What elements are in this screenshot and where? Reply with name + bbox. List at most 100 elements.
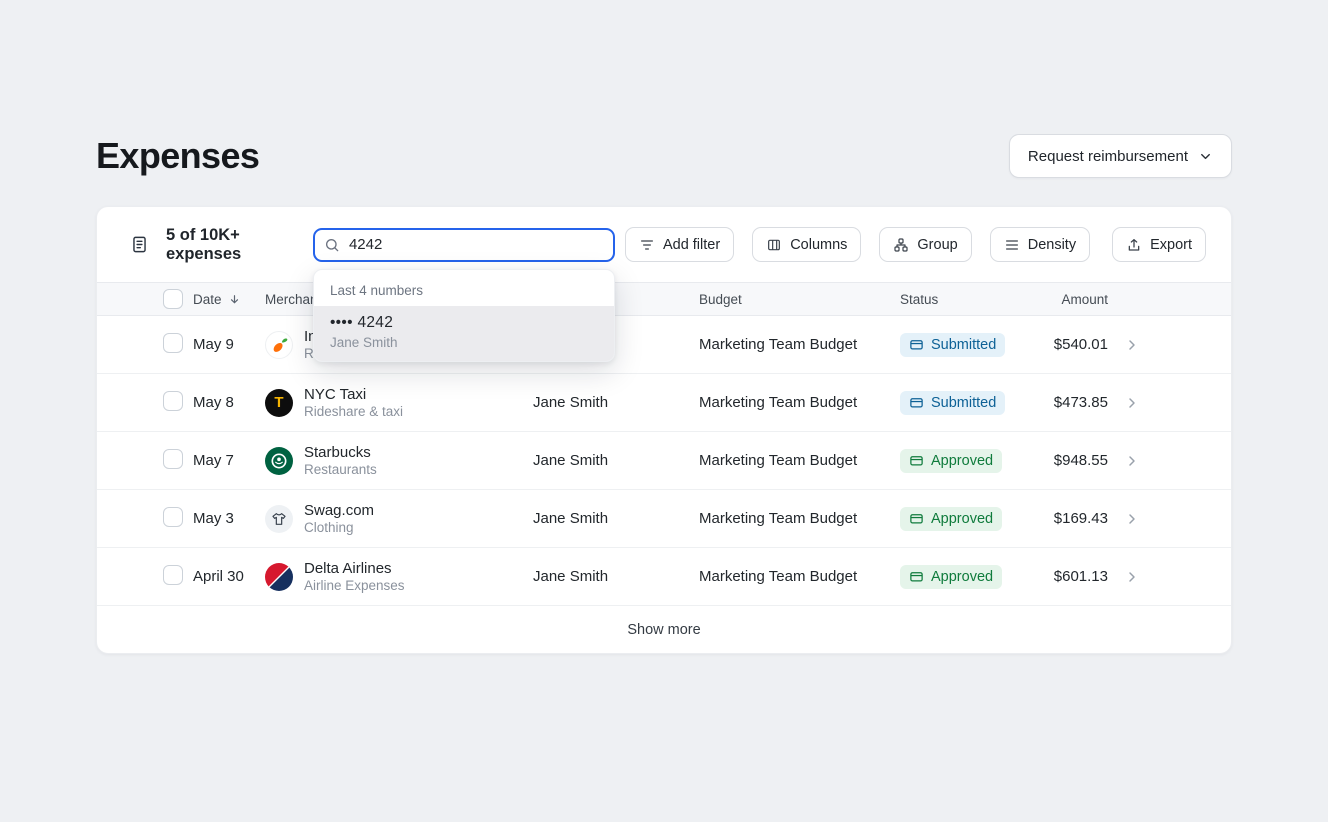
status-badge: Submitted <box>900 391 1005 415</box>
row-date: May 3 <box>193 510 265 527</box>
page: Expenses Request reimbursement 5 of 10K+… <box>0 0 1328 822</box>
row-date: May 8 <box>193 394 265 411</box>
dropdown-option-subtitle: Jane Smith <box>330 335 598 350</box>
row-spender: Jane Smith <box>533 394 699 411</box>
status-badge: Approved <box>900 565 1002 589</box>
filter-icon <box>639 237 655 253</box>
row-spender: Jane Smith <box>533 568 699 585</box>
row-checkbox[interactable] <box>163 391 183 411</box>
table-row[interactable]: May 3 Swag.com Clothing Jane Smith Marke… <box>97 490 1231 548</box>
column-header-budget[interactable]: Budget <box>699 292 900 307</box>
request-reimbursement-button[interactable]: Request reimbursement <box>1009 134 1232 178</box>
merchant-cell: Starbucks Restaurants <box>265 444 533 477</box>
row-date: May 9 <box>193 336 265 353</box>
row-amount: $540.01 <box>1050 336 1108 353</box>
chevron-down-icon <box>1198 149 1213 164</box>
row-amount: $601.13 <box>1050 568 1108 585</box>
row-checkbox[interactable] <box>163 565 183 585</box>
search-suggestions-dropdown: Last 4 numbers •••• 4242 Jane Smith <box>313 269 615 362</box>
row-checkbox[interactable] <box>163 449 183 469</box>
merchant-name: NYC Taxi <box>304 386 403 403</box>
page-title: Expenses <box>96 135 259 177</box>
add-filter-label: Add filter <box>663 237 720 253</box>
merchant-category: Airline Expenses <box>304 578 405 593</box>
status-badge: Approved <box>900 449 1002 473</box>
status-badge: Approved <box>900 507 1002 531</box>
table-row[interactable]: May 7 Starbucks Restaurants Jane Smith M… <box>97 432 1231 490</box>
delta-logo-icon <box>265 563 293 591</box>
dropdown-section-label: Last 4 numbers <box>314 280 614 306</box>
row-amount: $473.85 <box>1050 394 1108 411</box>
table-footer: Show more <box>97 606 1231 653</box>
dropdown-option-card-4242[interactable]: •••• 4242 Jane Smith <box>314 306 614 361</box>
group-icon <box>893 237 909 253</box>
group-label: Group <box>917 237 957 253</box>
chevron-right-icon[interactable] <box>1124 337 1140 353</box>
table-row[interactable]: April 30 Delta Airlines Airline Expenses… <box>97 548 1231 606</box>
table-row[interactable]: May 8 T NYC Taxi Rideshare & taxi Jane S… <box>97 374 1231 432</box>
starbucks-logo-icon <box>265 447 293 475</box>
expense-count: 5 of 10K+ expenses <box>130 226 255 264</box>
receipt-icon <box>130 235 149 254</box>
export-button[interactable]: Export <box>1112 227 1206 262</box>
density-button[interactable]: Density <box>990 227 1090 262</box>
row-amount: $948.55 <box>1050 452 1108 469</box>
columns-button[interactable]: Columns <box>752 227 861 262</box>
chevron-right-icon[interactable] <box>1124 395 1140 411</box>
expense-count-label: 5 of 10K+ expenses <box>166 226 255 264</box>
dropdown-option-title: •••• 4242 <box>330 314 598 332</box>
credit-card-icon <box>909 453 924 468</box>
swag-logo-icon <box>265 505 293 533</box>
table-header: Date Merchant Budget Status Amount <box>97 282 1231 316</box>
row-budget: Marketing Team Budget <box>699 452 900 469</box>
merchant-category: Rideshare & taxi <box>304 404 403 419</box>
row-amount: $169.43 <box>1050 510 1108 527</box>
density-icon <box>1004 237 1020 253</box>
show-more-button[interactable]: Show more <box>627 622 700 638</box>
table-body: May 9 Instacart Restaurants Marketing Te… <box>97 316 1231 606</box>
row-checkbox[interactable] <box>163 333 183 353</box>
sort-arrow-down-icon <box>228 293 241 306</box>
select-all-checkbox[interactable] <box>163 289 183 309</box>
density-label: Density <box>1028 237 1076 253</box>
row-spender: Jane Smith <box>533 510 699 527</box>
request-reimbursement-label: Request reimbursement <box>1028 148 1188 165</box>
credit-card-icon <box>909 395 924 410</box>
search-wrap: Last 4 numbers •••• 4242 Jane Smith <box>313 228 615 262</box>
export-icon <box>1126 237 1142 253</box>
row-checkbox[interactable] <box>163 507 183 527</box>
column-header-status[interactable]: Status <box>900 292 1050 307</box>
group-button[interactable]: Group <box>879 227 971 262</box>
chevron-right-icon[interactable] <box>1124 569 1140 585</box>
row-budget: Marketing Team Budget <box>699 568 900 585</box>
row-budget: Marketing Team Budget <box>699 510 900 527</box>
instacart-logo-icon <box>265 331 293 359</box>
row-date: April 30 <box>193 568 265 585</box>
credit-card-icon <box>909 337 924 352</box>
row-spender: Jane Smith <box>533 452 699 469</box>
status-label: Submitted <box>931 337 996 353</box>
status-label: Submitted <box>931 395 996 411</box>
row-budget: Marketing Team Budget <box>699 336 900 353</box>
status-badge: Submitted <box>900 333 1005 357</box>
row-date: May 7 <box>193 452 265 469</box>
status-label: Approved <box>931 453 993 469</box>
chevron-right-icon[interactable] <box>1124 511 1140 527</box>
search-input[interactable] <box>313 228 615 262</box>
columns-label: Columns <box>790 237 847 253</box>
column-header-date[interactable]: Date <box>193 292 265 307</box>
credit-card-icon <box>909 569 924 584</box>
table-row[interactable]: May 9 Instacart Restaurants Marketing Te… <box>97 316 1231 374</box>
add-filter-button[interactable]: Add filter <box>625 227 734 262</box>
merchant-cell: Delta Airlines Airline Expenses <box>265 560 533 593</box>
merchant-category: Restaurants <box>304 462 377 477</box>
chevron-right-icon[interactable] <box>1124 453 1140 469</box>
column-header-amount[interactable]: Amount <box>1050 292 1108 307</box>
expenses-card: 5 of 10K+ expenses Last 4 numbers •••• 4… <box>96 206 1232 654</box>
export-label: Export <box>1150 237 1192 253</box>
merchant-name: Starbucks <box>304 444 377 461</box>
status-label: Approved <box>931 569 993 585</box>
toolbar: 5 of 10K+ expenses Last 4 numbers •••• 4… <box>97 207 1231 282</box>
merchant-name: Delta Airlines <box>304 560 405 577</box>
merchant-cell: T NYC Taxi Rideshare & taxi <box>265 386 533 419</box>
